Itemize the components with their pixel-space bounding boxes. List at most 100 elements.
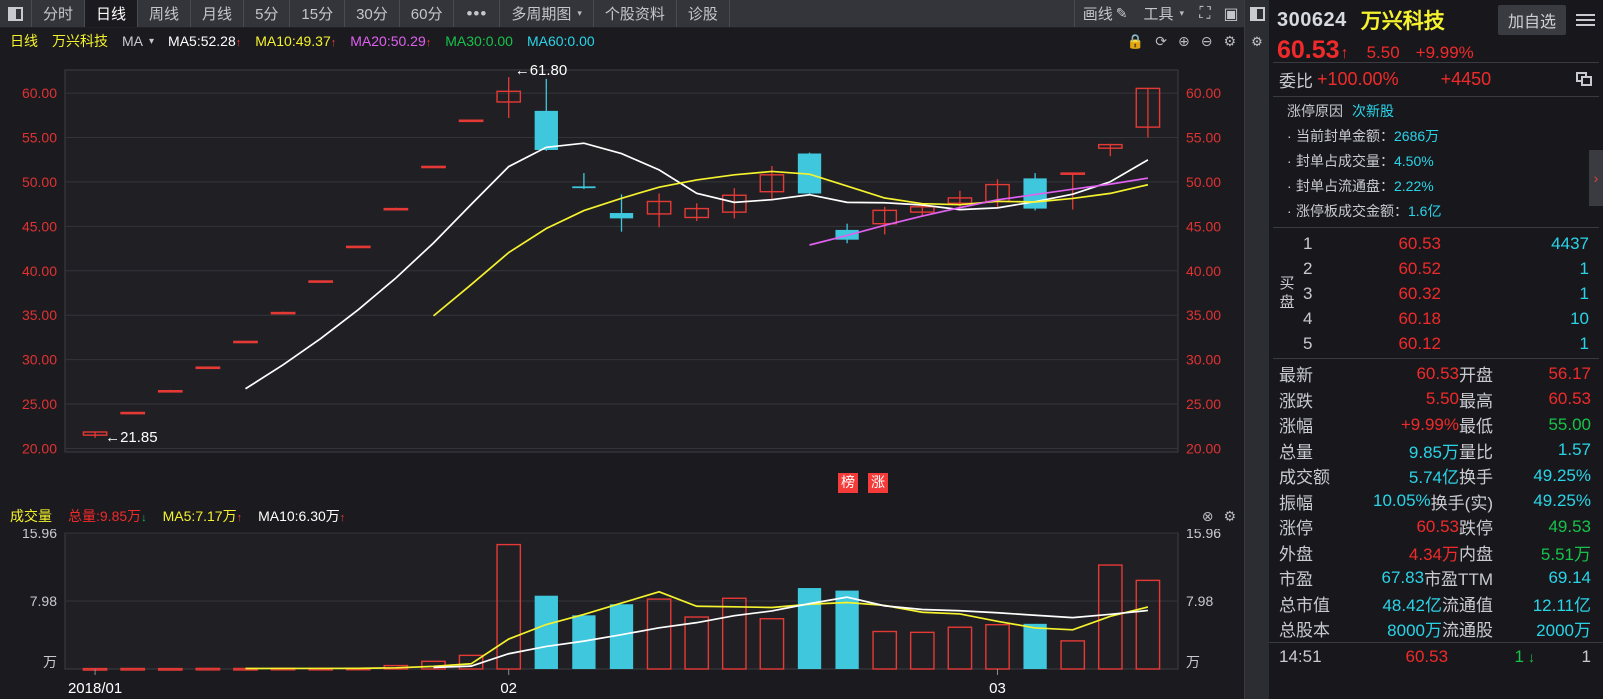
- multi-period-label: 多周期图: [511, 6, 572, 23]
- stat-key-left: 最新: [1279, 366, 1313, 386]
- stat-key-left: 市盈: [1279, 570, 1313, 590]
- order-book: 买盘 1 60.53 4437 2 60.52 1 3 60.32 1 4 60…: [1269, 228, 1603, 358]
- tab-zhouxian[interactable]: 周线: [138, 0, 192, 27]
- chevron-down-icon: ▾: [577, 8, 582, 18]
- stat-value-right: 1.57: [1557, 440, 1591, 460]
- candlestick-chart[interactable]: 20.00 20.00 25.00 25.00 30.00 30.00 35.00 35.00…: [0, 54, 1244, 497]
- table-row[interactable]: 3 60.32 1: [1303, 281, 1603, 306]
- window-mode-icon[interactable]: ▣: [1218, 0, 1244, 27]
- volume-svg: 15.96 15.96 7.98 7.98 万 万 2018/01 02 03: [22, 529, 1221, 697]
- svg-text:02: 02: [500, 680, 517, 697]
- stat-key-right: 流通值: [1442, 595, 1493, 615]
- gear-icon-panel[interactable]: ⚙: [1245, 28, 1269, 56]
- table-row: 涨幅 +9.99% 最低 55.00: [1269, 412, 1603, 438]
- limit-up-badge[interactable]: 涨: [868, 473, 888, 493]
- table-row[interactable]: 4 60.18 10: [1303, 306, 1603, 331]
- fullscreen-icon[interactable]: ⛶: [1192, 0, 1218, 27]
- candlestick-svg: 20.00 20.00 25.00 25.00 30.00 30.00 35.00 35.00…: [22, 62, 1221, 456]
- panel-layout-icon[interactable]: [1245, 0, 1269, 28]
- multi-period-chart-button[interactable]: 多周期图 ▾: [500, 0, 594, 27]
- draw-line-button[interactable]: 画线 ✎: [1075, 0, 1136, 27]
- weibi-row: 委比 +100.00% +4450: [1269, 63, 1603, 96]
- stat-key-right: 开盘: [1459, 366, 1493, 386]
- order-book-rows: 1 60.53 4437 2 60.52 1 3 60.32 1 4 60.18…: [1303, 231, 1603, 356]
- table-row: 振幅 10.05% 换手(实) 49.25%: [1269, 489, 1603, 515]
- lock-icon[interactable]: 🔒: [1127, 34, 1144, 48]
- rank-badge[interactable]: 榜: [838, 473, 858, 493]
- stock-name: 万兴科技: [1360, 10, 1445, 33]
- tick-extra: 1: [1581, 647, 1591, 666]
- volume-chart-panel[interactable]: 成交量 总量:9.85万↓ MA5:7.17万↑ MA10:6.30万↑ ⊗ ⚙…: [0, 503, 1244, 699]
- tick-time: 14:51: [1279, 647, 1322, 666]
- zoom-in-icon[interactable]: ⊕: [1178, 34, 1190, 48]
- indicator-chevron-down-icon[interactable]: ▾: [149, 36, 154, 47]
- quote-body: 300624 万兴科技 加自选 60.53 ↑ 5.50 +9.99% 委比 +…: [1269, 0, 1603, 699]
- stat-key-right: 换手: [1459, 468, 1493, 488]
- hamburger-icon[interactable]: [1576, 14, 1595, 26]
- expand-right-icon[interactable]: ›: [1589, 150, 1603, 206]
- table-row[interactable]: 5 60.12 1: [1303, 331, 1603, 356]
- diagnose-button[interactable]: 诊股: [677, 0, 730, 27]
- tab-yuexian[interactable]: 月线: [191, 0, 245, 27]
- tick-down-arrow-icon: ↓: [1528, 649, 1535, 665]
- tab-fenshi[interactable]: 分时: [32, 0, 86, 27]
- svg-text:60.00: 60.00: [1186, 85, 1221, 101]
- more-periods-button[interactable]: •••: [454, 0, 501, 27]
- refresh-icon[interactable]: ⟳: [1155, 34, 1167, 48]
- volume-legend-row: 成交量 总量:9.85万↓ MA5:7.17万↑ MA10:6.30万↑ ⊗ ⚙: [0, 503, 1244, 529]
- table-row: 涨跌 5.50 最高 60.53: [1269, 387, 1603, 413]
- stat-value-right: 12.11亿: [1532, 595, 1591, 615]
- price-change-pct: +9.99%: [1415, 43, 1474, 62]
- tools-button[interactable]: 工具 ▾: [1135, 0, 1192, 27]
- bid-qty: 1: [1579, 283, 1589, 303]
- gear-icon-volume[interactable]: ⚙: [1223, 508, 1236, 525]
- list-item: 封单占成交量：4.50%: [1287, 149, 1593, 174]
- table-row: 总股本 8000万 流通股 2000万: [1269, 616, 1603, 642]
- toolbar-spacer: [730, 0, 1075, 27]
- chart-column: 分时 日线 周线 月线 5分 15分 30分 60分 ••• 多周期图 ▾ 个股…: [0, 0, 1244, 699]
- volume-total: 总量:9.85万↓: [68, 508, 147, 524]
- add-to-watchlist-button[interactable]: 加自选: [1497, 5, 1566, 35]
- stat-value-left: 5.50: [1425, 389, 1459, 409]
- stat-value-right: 49.25%: [1533, 465, 1591, 485]
- split-panel-icon[interactable]: [0, 0, 32, 27]
- tab-15min[interactable]: 15分: [290, 0, 346, 27]
- svg-text:30.00: 30.00: [1186, 352, 1221, 368]
- toolbar-right-group: 画线 ✎ 工具 ▾ ⛶ ▣: [1075, 0, 1244, 27]
- stat-key-left: 总股本: [1279, 621, 1330, 641]
- stat-key-left: 外盘: [1279, 544, 1313, 564]
- stat-value-right: 69.14: [1548, 567, 1591, 587]
- table-row[interactable]: 1 60.53 4437: [1303, 231, 1603, 256]
- stat-key-right: 内盘: [1459, 544, 1493, 564]
- tab-5min[interactable]: 5分: [244, 0, 291, 27]
- stat-key-left: 总量: [1279, 442, 1313, 462]
- zoom-out-icon[interactable]: ⊖: [1201, 34, 1213, 48]
- tab-60min[interactable]: 60分: [400, 0, 455, 27]
- statistics-table: 最新 60.53 开盘 56.17 涨跌 5.50 最高 60.53 涨幅 +9.99% 最低 55.…: [1269, 359, 1603, 642]
- reason-value[interactable]: 次新股: [1352, 101, 1394, 121]
- stat-value-left: 67.83: [1381, 567, 1425, 587]
- bid-price: 60.12: [1398, 333, 1441, 353]
- svg-text:55.00: 55.00: [1186, 130, 1221, 146]
- stock-info-button[interactable]: 个股资料: [594, 0, 677, 27]
- bid-level: 1: [1303, 233, 1313, 253]
- bid-price: 60.18: [1398, 308, 1441, 328]
- stat-value-left: 8000万: [1387, 621, 1442, 641]
- svg-text:20.00: 20.00: [22, 440, 57, 456]
- svg-text:15.96: 15.96: [22, 529, 57, 541]
- copy-icon[interactable]: [1576, 72, 1593, 87]
- tab-rixian[interactable]: 日线: [85, 0, 139, 27]
- stat-value-right: 60.53: [1548, 389, 1591, 409]
- list-item: 涨停板成交金额：1.6亿: [1287, 199, 1593, 224]
- gear-icon[interactable]: ⚙: [1223, 34, 1236, 48]
- svg-text:←61.80: ←61.80: [515, 62, 568, 79]
- svg-text:25.00: 25.00: [22, 396, 57, 412]
- svg-text:40.00: 40.00: [22, 263, 57, 279]
- close-icon[interactable]: ⊗: [1202, 508, 1214, 525]
- indicator-name[interactable]: MA: [122, 33, 143, 49]
- table-row[interactable]: 2 60.52 1: [1303, 256, 1603, 281]
- tab-30min[interactable]: 30分: [345, 0, 400, 27]
- list-item: 当前封单金额：2686万: [1287, 124, 1593, 149]
- list-item: 封单占流通盘：2.22%: [1287, 174, 1593, 199]
- svg-text:15.96: 15.96: [1186, 529, 1221, 541]
